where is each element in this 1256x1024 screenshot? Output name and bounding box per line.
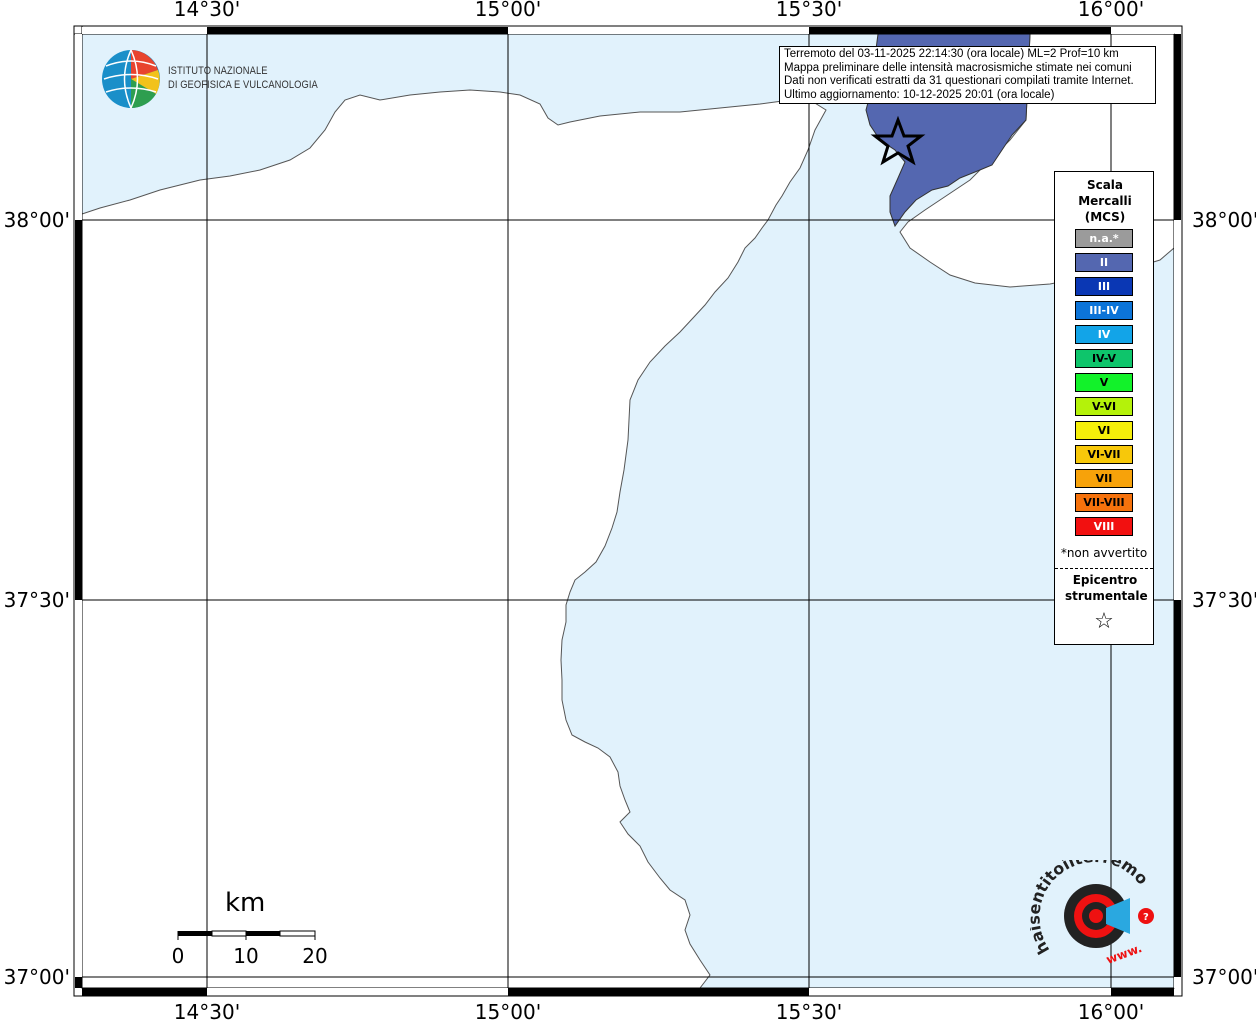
ingv-logo-line1: ISTITUTO NAZIONALE bbox=[168, 65, 268, 77]
intensity-legend: Scala Mercalli (MCS) n.a.* II III III-IV IV I… bbox=[1054, 171, 1154, 645]
legend-item: VI-VII bbox=[1075, 445, 1133, 464]
event-info-box: Terremoto del 03-11-2025 22:14:30 (ora l… bbox=[779, 46, 1156, 104]
legend-item: V-VI bbox=[1075, 397, 1133, 416]
legend-item: III-IV bbox=[1075, 301, 1133, 320]
info-line-description: Mappa preliminare delle intensità macros… bbox=[784, 61, 1132, 74]
legend-item: IV bbox=[1075, 325, 1133, 344]
hst-logo: ? haisentitoilterremoto.it www. bbox=[1030, 860, 1154, 967]
lon-label-top-2: 15°00' bbox=[474, 0, 542, 21]
lon-label-bottom-2: 15°00' bbox=[474, 1000, 542, 1024]
lon-label-bottom-1: 14°30' bbox=[173, 1000, 241, 1024]
scale-unit: km bbox=[225, 888, 266, 918]
hst-logo-prefix: www. bbox=[1104, 941, 1144, 967]
legend-title: Scala Mercalli (MCS) bbox=[1078, 178, 1132, 224]
info-line-source: Dati non verificati estratti da 31 quest… bbox=[784, 75, 1134, 87]
lon-label-top-4: 16°00' bbox=[1077, 0, 1145, 21]
lat-label-left-1: 38°00' bbox=[3, 208, 70, 232]
legend-item: III bbox=[1075, 277, 1133, 296]
lat-label-right-2: 37°30' bbox=[1192, 588, 1256, 612]
lon-label-bottom-3: 15°30' bbox=[775, 1000, 843, 1024]
scale-label-0: 0 bbox=[171, 944, 185, 968]
legend-item: IV-V bbox=[1075, 349, 1133, 368]
lon-label-bottom-4: 16°00' bbox=[1077, 1000, 1145, 1024]
legend-item: n.a.* bbox=[1075, 229, 1133, 248]
lon-label-top-3: 15°30' bbox=[775, 0, 843, 21]
legend-star-icon: ☆ bbox=[1094, 609, 1114, 634]
lat-label-left-3: 37°00' bbox=[3, 965, 70, 989]
legend-item: V bbox=[1075, 373, 1133, 392]
legend-item: II bbox=[1075, 253, 1133, 272]
svg-text:?: ? bbox=[1143, 912, 1149, 923]
legend-epicenter-label: Epicentro strumentale bbox=[1065, 573, 1148, 603]
lat-label-left-2: 37°30' bbox=[3, 588, 70, 612]
scale-label-10: 10 bbox=[233, 944, 259, 968]
legend-item: VII-VIII bbox=[1075, 493, 1133, 512]
ingv-logo-text: ISTITUTO NAZIONALE DI GEOFISICA E VULCAN… bbox=[168, 64, 318, 92]
legend-item: VI bbox=[1075, 421, 1133, 440]
lon-label-top-1: 14°30' bbox=[173, 0, 241, 21]
ingv-logo-line2: DI GEOFISICA E VULCANOLOGIA bbox=[168, 79, 318, 91]
legend-item: VIII bbox=[1075, 517, 1133, 536]
lat-label-right-1: 38°00' bbox=[1192, 208, 1256, 232]
lat-label-right-3: 37°00' bbox=[1192, 965, 1256, 989]
legend-note: *non avvertito bbox=[1060, 546, 1148, 560]
legend-divider bbox=[1055, 568, 1153, 569]
scale-label-20: 20 bbox=[302, 944, 328, 968]
legend-item: VII bbox=[1075, 469, 1133, 488]
info-line-event: Terremoto del 03-11-2025 22:14:30 (ora l… bbox=[784, 48, 1119, 60]
info-line-updated: Ultimo aggiornamento: 10-12-2025 20:01 (… bbox=[784, 88, 1055, 101]
